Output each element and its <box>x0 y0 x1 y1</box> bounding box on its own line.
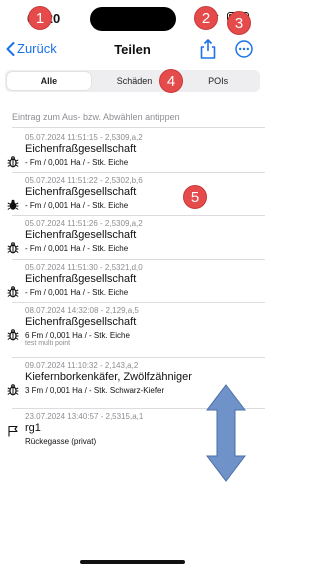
list-item[interactable]: 05.07.2024 11:51:30 - 2,5321,d,0 Eichenfr… <box>0 263 265 305</box>
entry-detail: - Fm / 0,001 Ha / - Stk. Eiche <box>25 201 129 210</box>
divider <box>12 127 265 128</box>
annotation-marker: 2 <box>194 6 218 30</box>
entry-title: Eichenfraßgesellschaft <box>25 273 137 285</box>
divider <box>12 259 265 260</box>
navigation-bar: Zurück Teilen <box>0 36 265 64</box>
annotation-marker: 5 <box>183 185 207 209</box>
entry-meta: 05.07.2024 11:51:22 - 2,5302,b,6 <box>25 176 143 185</box>
share-icon[interactable] <box>198 38 218 60</box>
entry-title: Kiefernborkenkäfer, Zwölfzähniger <box>25 371 192 383</box>
bug-outline-icon <box>7 242 19 254</box>
entry-title: Eichenfraßgesellschaft <box>25 186 137 198</box>
entry-detail: 3 Fm / 0,001 Ha / - Stk. Schwarz-Kiefer <box>25 386 165 395</box>
segment-alle[interactable]: Alle <box>7 72 91 90</box>
page-title: Teilen <box>114 42 151 57</box>
entry-meta: 08.07.2024 14:32:08 - 2,129,a,5 <box>25 306 139 315</box>
bug-filled-icon <box>7 199 19 210</box>
entry-note: test multi point <box>25 340 71 347</box>
divider <box>12 215 265 216</box>
annotation-marker: 4 <box>159 69 183 93</box>
divider <box>12 357 265 358</box>
list-item[interactable]: 05.07.2024 11:51:22 - 2,5302,b,6 Eichenfr… <box>0 176 265 218</box>
entry-meta: 23.07.2024 13:40:57 - 2,5315,a,1 <box>25 412 144 421</box>
bug-outline-icon <box>7 384 19 396</box>
filter-segmented-control: Alle Schäden POIs <box>5 70 260 92</box>
entry-detail: - Fm / 0,001 Ha / - Stk. Eiche <box>25 244 129 253</box>
divider <box>12 172 265 173</box>
bug-outline-icon <box>7 156 19 168</box>
more-options-icon[interactable] <box>235 40 253 58</box>
scroll-double-arrow-icon <box>206 384 246 482</box>
entry-meta: 05.07.2024 11:51:15 - 2,5309,a,2 <box>25 133 143 142</box>
entry-meta: 09.07.2024 11:10:32 - 2,143,a,2 <box>25 361 139 370</box>
bug-outline-icon <box>7 286 19 298</box>
home-indicator <box>80 560 185 564</box>
entry-detail: - Fm / 0,001 Ha / - Stk. Eiche <box>25 158 129 167</box>
entry-title: rg1 <box>25 422 41 434</box>
annotation-marker: 3 <box>227 11 251 35</box>
list-item[interactable]: 05.07.2024 11:51:26 - 2,5309,a,2 Eichenfr… <box>0 219 265 261</box>
entry-detail: 6 Fm / 0,001 Ha / - Stk. Eiche <box>25 331 130 340</box>
segment-pois[interactable]: POIs <box>176 70 260 92</box>
entry-meta: 05.07.2024 11:51:26 - 2,5309,a,2 <box>25 219 143 228</box>
flag-icon <box>8 425 18 437</box>
entry-meta: 05.07.2024 11:51:30 - 2,5321,d,0 <box>25 263 143 272</box>
annotation-marker: 1 <box>28 6 52 30</box>
entry-title: Eichenfraßgesellschaft <box>25 316 137 328</box>
entry-detail: Rückegasse (privat) <box>25 437 97 446</box>
entry-detail: - Fm / 0,001 Ha / - Stk. Eiche <box>25 288 129 297</box>
list-item[interactable]: 08.07.2024 14:32:08 - 2,129,a,5 Eichenfra… <box>0 306 265 358</box>
dynamic-island <box>90 7 176 31</box>
entry-title: Eichenfraßgesellschaft <box>25 143 137 155</box>
list-item[interactable]: 05.07.2024 11:51:15 - 2,5309,a,2 Eichenfr… <box>0 133 265 175</box>
entry-title: Eichenfraßgesellschaft <box>25 229 137 241</box>
divider <box>12 302 265 303</box>
selection-hint: Eintrag zum Aus- bzw. Abwählen antippen <box>12 112 180 122</box>
bug-outline-icon <box>7 329 19 341</box>
